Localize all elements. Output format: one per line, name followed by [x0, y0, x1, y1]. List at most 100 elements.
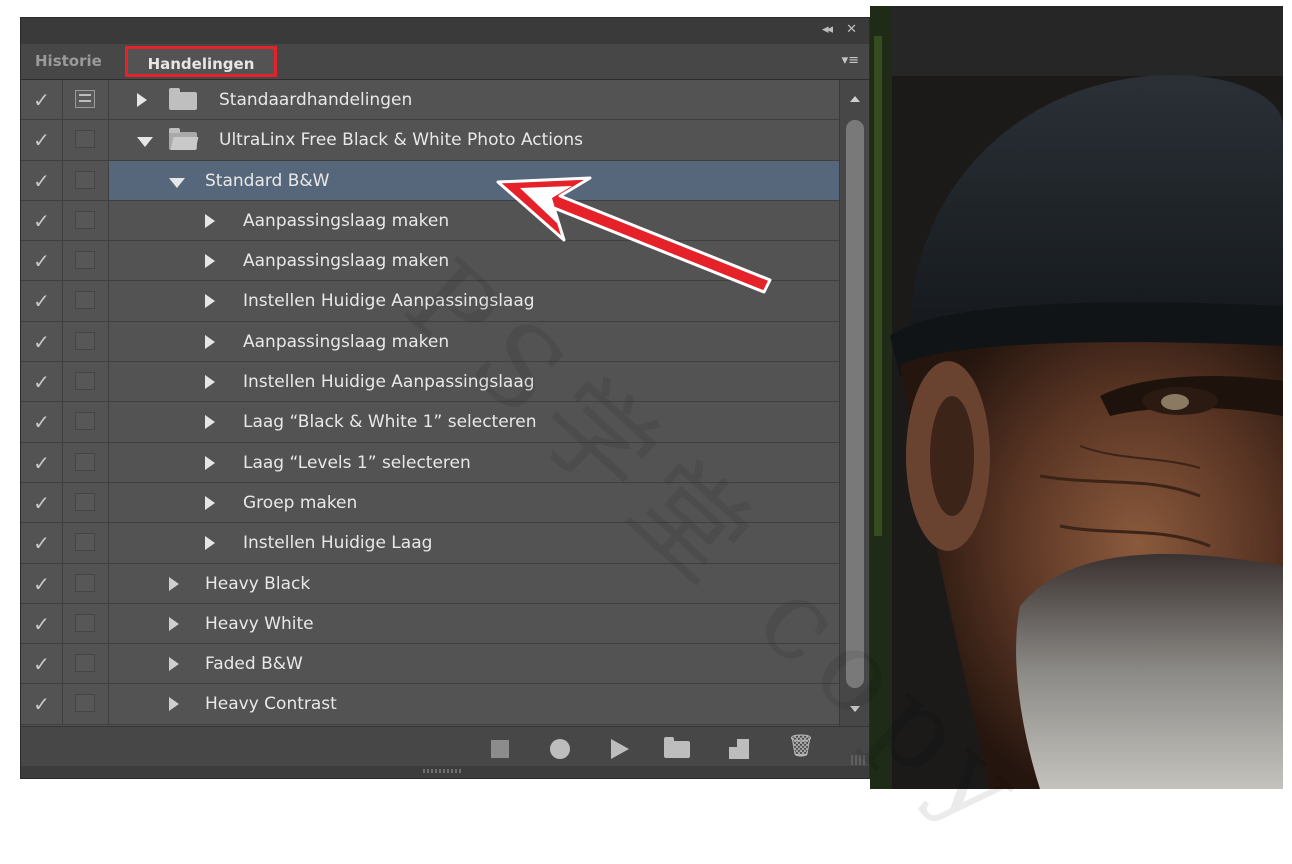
expand-triangle-icon[interactable]	[205, 495, 215, 510]
action-row[interactable]: ✓ Heavy Black	[21, 563, 839, 604]
row-label: Heavy Black	[205, 573, 311, 594]
checkmark-icon[interactable]: ✓	[21, 362, 63, 402]
checkmark-icon[interactable]: ✓	[21, 482, 63, 523]
checkmark-icon[interactable]: ✓	[21, 402, 63, 442]
panel-resize-strip[interactable]	[21, 766, 869, 778]
dialog-box-icon	[75, 654, 95, 673]
dialog-toggle-icon[interactable]	[63, 80, 109, 120]
panel-menu-icon[interactable]: ▾≡	[842, 53, 859, 68]
trash-icon[interactable]: 🗑	[787, 735, 815, 759]
record-icon[interactable]	[550, 739, 570, 759]
action-step-row[interactable]: ✓ Instellen Huidige Aanpassingslaag	[21, 362, 839, 403]
dialog-toggle-icon[interactable]	[63, 644, 109, 684]
dialog-toggle-icon[interactable]	[63, 200, 109, 241]
dialog-box-icon	[75, 492, 95, 511]
dialog-toggle-icon[interactable]	[63, 241, 109, 281]
action-step-row[interactable]: ✓ Laag “Black & White 1” selecteren	[21, 402, 839, 443]
action-step-row[interactable]: ✓ Aanpassingslaag maken	[21, 321, 839, 363]
expand-triangle-icon[interactable]	[169, 657, 179, 672]
action-row[interactable]: ✓ Heavy White	[21, 603, 839, 645]
action-step-row[interactable]: ✓ Instellen Huidige Laag	[21, 523, 839, 564]
dialog-box-icon	[75, 372, 95, 391]
collapse-triangle-icon[interactable]	[169, 177, 185, 188]
expand-triangle-icon[interactable]	[169, 576, 179, 591]
row-label: Standaardhandelingen	[219, 90, 413, 110]
dialog-toggle-icon[interactable]	[63, 402, 109, 442]
row-label: Laag “Black & White 1” selecteren	[243, 412, 537, 433]
scroll-thumb[interactable]	[846, 120, 864, 688]
collapse-panel-icon[interactable]: ◂◂	[822, 22, 833, 37]
resize-grip-icon[interactable]	[851, 755, 865, 765]
checkmark-icon[interactable]: ✓	[21, 684, 63, 724]
dialog-box-icon	[75, 331, 95, 350]
dialog-box-icon	[75, 251, 95, 270]
expand-triangle-icon[interactable]	[169, 616, 179, 631]
action-row[interactable]: ✓ Heavy Contrast	[21, 684, 839, 725]
action-step-row[interactable]: ✓ Laag “Levels 1” selecteren	[21, 442, 839, 483]
checkmark-icon[interactable]: ✓	[21, 442, 63, 482]
checkmark-icon[interactable]: ✓	[21, 603, 63, 644]
checkmark-icon[interactable]: ✓	[21, 523, 63, 563]
row-content: Laag “Black & White 1” selecteren	[109, 402, 839, 441]
scroll-up-icon[interactable]	[850, 96, 860, 102]
expand-triangle-icon[interactable]	[205, 213, 215, 228]
action-set-row[interactable]: ✓ Standaardhandelingen	[21, 80, 839, 121]
dialog-box-icon	[75, 90, 95, 108]
expand-triangle-icon[interactable]	[205, 294, 215, 309]
row-label: Instellen Huidige Aanpassingslaag	[243, 372, 535, 393]
dialog-box-icon	[75, 613, 95, 632]
action-row[interactable]: ✓ Faded B&W	[21, 644, 839, 685]
checkmark-icon[interactable]: ✓	[21, 321, 63, 362]
dialog-box-icon	[75, 694, 95, 713]
expand-triangle-icon[interactable]	[205, 375, 215, 390]
scroll-down-icon[interactable]	[850, 706, 860, 712]
row-label: Instellen Huidige Laag	[243, 533, 433, 554]
expand-triangle-icon[interactable]	[205, 415, 215, 430]
close-panel-icon[interactable]: ✕	[846, 22, 857, 37]
dialog-toggle-icon[interactable]	[63, 160, 109, 200]
tab-bar: Historie Handelingen ▾≡	[21, 44, 869, 80]
checkmark-icon[interactable]: ✓	[21, 120, 63, 160]
dialog-toggle-icon[interactable]	[63, 684, 109, 724]
expand-triangle-icon[interactable]	[205, 334, 215, 349]
expand-triangle-icon[interactable]	[205, 254, 215, 269]
dialog-toggle-icon[interactable]	[63, 482, 109, 523]
expand-triangle-icon[interactable]	[137, 93, 147, 107]
play-icon[interactable]	[611, 739, 629, 759]
photo-preview	[870, 6, 1283, 789]
row-label: Aanpassingslaag maken	[243, 331, 450, 352]
dialog-toggle-icon[interactable]	[63, 563, 109, 603]
dialog-toggle-icon[interactable]	[63, 120, 109, 160]
action-set-row[interactable]: ✓ UltraLinx Free Black & White Photo Acti…	[21, 120, 839, 161]
action-step-row[interactable]: ✓ Groep maken	[21, 482, 839, 524]
row-label: Aanpassingslaag maken	[243, 251, 450, 272]
row-content: Heavy Contrast	[109, 684, 839, 723]
expand-triangle-icon[interactable]	[205, 536, 215, 551]
row-label: Groep maken	[243, 492, 358, 513]
dialog-toggle-icon[interactable]	[63, 603, 109, 644]
new-set-icon[interactable]	[664, 737, 690, 758]
dialog-toggle-icon[interactable]	[63, 321, 109, 362]
checkmark-icon[interactable]: ✓	[21, 160, 63, 200]
new-action-icon[interactable]	[729, 739, 749, 759]
expand-triangle-icon[interactable]	[205, 455, 215, 470]
checkmark-icon[interactable]: ✓	[21, 563, 63, 603]
dialog-toggle-icon[interactable]	[63, 523, 109, 563]
dialog-toggle-icon[interactable]	[63, 442, 109, 482]
row-content: Laag “Levels 1” selecteren	[109, 443, 839, 482]
checkmark-icon[interactable]: ✓	[21, 200, 63, 241]
drag-grip-icon[interactable]	[423, 769, 463, 773]
checkmark-icon[interactable]: ✓	[21, 644, 63, 684]
tab-handelingen[interactable]: Handelingen	[125, 46, 277, 77]
checkmark-icon[interactable]: ✓	[21, 281, 63, 321]
row-content: Instellen Huidige Aanpassingslaag	[109, 362, 839, 401]
dialog-toggle-icon[interactable]	[63, 362, 109, 402]
tab-historie[interactable]: Historie	[35, 44, 102, 79]
dialog-toggle-icon[interactable]	[63, 281, 109, 321]
checkmark-icon[interactable]: ✓	[21, 80, 63, 120]
expand-triangle-icon[interactable]	[169, 697, 179, 712]
scrollbar[interactable]	[839, 80, 869, 726]
checkmark-icon[interactable]: ✓	[21, 241, 63, 281]
stop-icon[interactable]	[491, 740, 509, 758]
collapse-triangle-icon[interactable]	[137, 137, 153, 148]
